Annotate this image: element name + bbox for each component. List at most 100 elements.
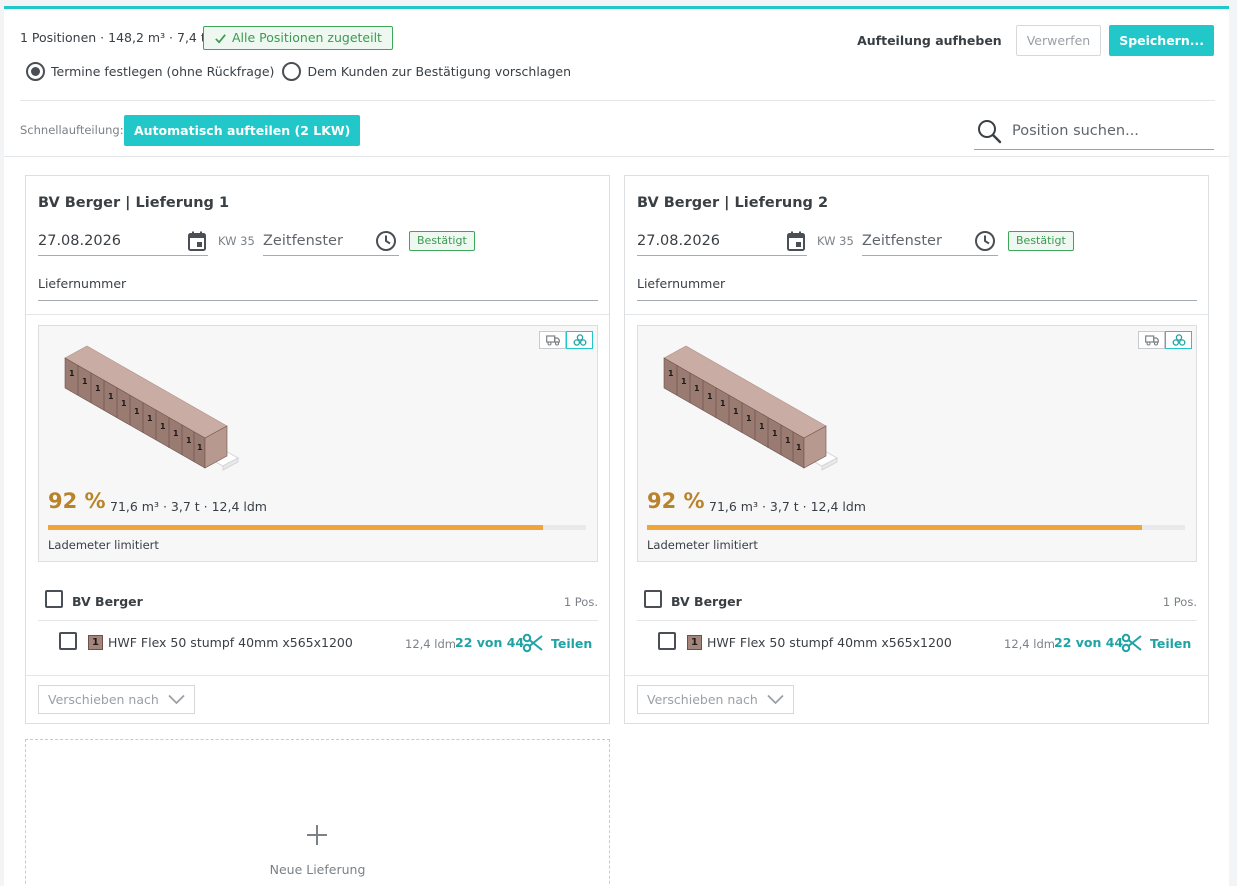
limit-note: Lademeter limitiert xyxy=(647,538,758,552)
load-visualization: 11111111111 92 % 71,6 m³ · 3,7 t · 12,4 … xyxy=(637,325,1197,562)
time-window-field[interactable]: Zeitfenster xyxy=(862,226,998,256)
delivery-title: BV Berger | Lieferung 1 xyxy=(38,195,230,211)
item-name: HWF Flex 50 stumpf 40mm x565x1200 xyxy=(108,635,353,650)
radio-propose-to-customer-label[interactable]: Dem Kunden zur Bestätigung vorschlagen xyxy=(307,64,571,79)
new-delivery-label: Neue Lieferung xyxy=(269,862,366,877)
save-button[interactable]: Speichern... xyxy=(1109,25,1214,56)
discard-button[interactable]: Verwerfen xyxy=(1015,25,1102,56)
item-ldm: 12,4 ldm xyxy=(1004,637,1055,651)
load-visualization: 11111111111 92 % 71,6 m³ · 3,7 t · 12,4 … xyxy=(38,325,598,562)
auto-split-button[interactable]: Automatisch aufteilen (2 LKW) xyxy=(124,115,361,146)
truck-view-toggle[interactable] xyxy=(1138,331,1165,349)
search-input[interactable] xyxy=(1012,123,1202,139)
group-row: BV Berger 1 Pos. xyxy=(637,588,1197,621)
delivery-date-field[interactable]: 27.08.2026 xyxy=(637,226,807,256)
undo-split-button[interactable]: Aufteilung aufheben xyxy=(857,33,1002,48)
divider xyxy=(4,156,1229,157)
calendar-week: KW 35 xyxy=(218,234,255,248)
pallets-icon xyxy=(573,334,586,346)
svg-text:1: 1 xyxy=(772,429,778,438)
move-to-label: Verschieben nach xyxy=(48,692,159,707)
truck-view-toggle[interactable] xyxy=(539,331,566,349)
utilization-bar xyxy=(647,525,1185,530)
svg-text:1: 1 xyxy=(796,443,802,452)
item-color-chip: 1 xyxy=(88,635,103,650)
split-button[interactable]: Teilen xyxy=(1121,632,1191,654)
item-ldm: 12,4 ldm xyxy=(405,637,456,651)
truck-icon xyxy=(545,335,560,346)
utilization-percent: 92 % xyxy=(647,489,705,513)
group-row: BV Berger 1 Pos. xyxy=(38,588,598,621)
status-badge: Bestätigt xyxy=(1008,231,1074,251)
item-quantity[interactable]: 22 von 44 xyxy=(1054,635,1123,650)
move-to-dropdown[interactable]: Verschieben nach xyxy=(637,685,794,714)
svg-text:1: 1 xyxy=(759,422,765,431)
load-metrics: 71,6 m³ · 3,7 t · 12,4 ldm xyxy=(110,499,267,514)
truck-icon xyxy=(1144,335,1159,346)
group-name: BV Berger xyxy=(671,594,742,609)
clock-icon[interactable] xyxy=(974,230,996,252)
quick-split-bar: Schnellaufteilung: Automatisch aufteilen… xyxy=(4,101,1229,157)
move-to-dropdown[interactable]: Verschieben nach xyxy=(38,685,195,714)
svg-text:1: 1 xyxy=(108,392,114,401)
svg-text:1: 1 xyxy=(82,377,88,386)
view-toggle xyxy=(539,331,593,349)
chevron-down-icon xyxy=(767,694,784,705)
pallets-icon xyxy=(1172,334,1185,346)
split-button[interactable]: Teilen xyxy=(522,632,592,654)
utilization-bar-fill xyxy=(48,525,543,530)
item-color-chip: 1 xyxy=(687,635,702,650)
status-badge: Bestätigt xyxy=(409,231,475,251)
delivery-number-field[interactable]: Liefernummer xyxy=(637,276,1197,301)
calendar-icon[interactable] xyxy=(787,231,805,251)
all-assigned-label: Alle Positionen zugeteilt xyxy=(232,30,382,45)
divider xyxy=(26,675,609,676)
delivery-number-field[interactable]: Liefernummer xyxy=(38,276,598,301)
svg-text:1: 1 xyxy=(746,414,752,423)
item-checkbox[interactable] xyxy=(59,632,77,650)
group-checkbox[interactable] xyxy=(45,590,63,608)
app-window: 1 Positionen · 148,2 m³ · 7,4 t Alle Pos… xyxy=(4,6,1229,886)
pallet-load-illustration: 11111111111 xyxy=(64,345,240,471)
quick-split-label: Schnellaufteilung: xyxy=(20,123,124,137)
item-quantity[interactable]: 22 von 44 xyxy=(455,635,524,650)
calendar-icon[interactable] xyxy=(188,231,206,251)
divider xyxy=(26,314,609,315)
position-search xyxy=(974,113,1214,150)
pallet-view-toggle[interactable] xyxy=(566,331,593,349)
all-assigned-badge: Alle Positionen zugeteilt xyxy=(203,26,393,50)
group-checkbox[interactable] xyxy=(644,590,662,608)
utilization-bar xyxy=(48,525,586,530)
svg-text:1: 1 xyxy=(134,407,140,416)
move-to-label: Verschieben nach xyxy=(647,692,758,707)
list-item: 1 HWF Flex 50 stumpf 40mm x565x1200 12,4… xyxy=(38,628,598,660)
svg-text:1: 1 xyxy=(681,377,687,386)
pallet-view-toggle[interactable] xyxy=(1165,331,1192,349)
group-count: 1 Pos. xyxy=(563,595,598,609)
divider xyxy=(625,675,1208,676)
delivery-card: BV Berger | Lieferung 2 27.08.2026 KW 35… xyxy=(624,175,1209,724)
delivery-date-value: 27.08.2026 xyxy=(637,233,721,249)
svg-text:1: 1 xyxy=(668,369,674,378)
limit-note: Lademeter limitiert xyxy=(48,538,159,552)
delivery-date-field[interactable]: 27.08.2026 xyxy=(38,226,208,256)
delivery-title: BV Berger | Lieferung 2 xyxy=(637,195,829,211)
time-window-field[interactable]: Zeitfenster xyxy=(263,226,399,256)
svg-text:1: 1 xyxy=(785,436,791,445)
clock-icon[interactable] xyxy=(375,230,397,252)
group-name: BV Berger xyxy=(72,594,143,609)
calendar-week: KW 35 xyxy=(817,234,854,248)
pallet-load-illustration: 11111111111 xyxy=(663,345,839,471)
svg-text:1: 1 xyxy=(197,443,203,452)
radio-fixed-dates-label[interactable]: Termine festlegen (ohne Rückfrage) xyxy=(51,64,274,79)
svg-text:1: 1 xyxy=(160,422,166,431)
item-checkbox[interactable] xyxy=(658,632,676,650)
group-count: 1 Pos. xyxy=(1162,595,1197,609)
chevron-down-icon xyxy=(168,694,185,705)
list-item: 1 HWF Flex 50 stumpf 40mm x565x1200 12,4… xyxy=(637,628,1197,660)
radio-fixed-dates[interactable] xyxy=(26,62,45,81)
radio-propose-to-customer[interactable] xyxy=(282,62,302,81)
svg-text:1: 1 xyxy=(147,414,153,423)
new-delivery-card[interactable]: Neue Lieferung xyxy=(25,739,610,886)
split-label: Teilen xyxy=(551,635,593,651)
